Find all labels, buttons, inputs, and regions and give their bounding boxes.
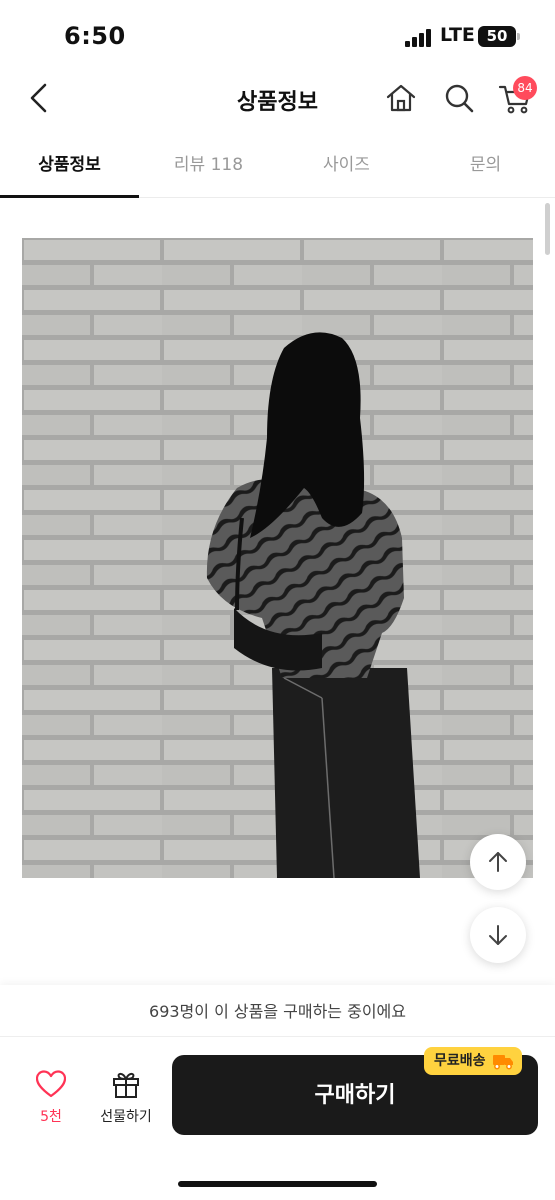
free-shipping-badge: 무료배송	[424, 1047, 522, 1075]
like-button[interactable]: 5천	[28, 1068, 74, 1128]
tab-reviews[interactable]: 리뷰 118	[139, 140, 278, 198]
home-button[interactable]	[383, 80, 419, 116]
search-icon	[445, 84, 474, 113]
arrow-down-icon	[489, 925, 507, 945]
app-header: 상품정보	[0, 70, 555, 130]
battery-level: 50	[486, 27, 508, 45]
heart-icon	[36, 1070, 66, 1098]
tab-size[interactable]: 사이즈	[277, 140, 416, 198]
free-shipping-label: 무료배송	[434, 1053, 486, 1069]
home-indicator	[178, 1181, 377, 1187]
product-photo-illustration	[22, 238, 533, 878]
gift-button[interactable]: 선물하기	[90, 1068, 162, 1128]
status-time: 6:50	[64, 22, 126, 50]
home-icon	[386, 84, 416, 112]
search-button[interactable]	[441, 80, 477, 116]
scroll-bottom-button[interactable]	[470, 907, 526, 963]
truck-icon	[492, 1055, 513, 1070]
scroll-top-button[interactable]	[470, 834, 526, 890]
live-purchase-notice: 693명이 이 상품을 구매하는 중이에요	[0, 985, 555, 1037]
active-tab-indicator	[0, 195, 139, 198]
status-bar: 6:50 LTE 50	[0, 0, 555, 70]
product-tabs: 상품정보 리뷰 118 사이즈 문의	[0, 140, 555, 198]
gift-icon	[113, 1072, 139, 1098]
scrollbar[interactable]	[545, 203, 550, 255]
like-count: 5천	[40, 1109, 62, 1125]
signal-icon	[405, 29, 431, 47]
network-type: LTE	[440, 24, 475, 46]
product-photo	[22, 238, 533, 878]
gift-label: 선물하기	[100, 1109, 152, 1125]
arrow-up-icon	[489, 852, 507, 872]
tab-product-info[interactable]: 상품정보	[0, 140, 139, 198]
cart-count-badge: 84	[513, 76, 537, 100]
tab-inquiry[interactable]: 문의	[416, 140, 555, 198]
battery-icon: 50	[478, 26, 520, 47]
